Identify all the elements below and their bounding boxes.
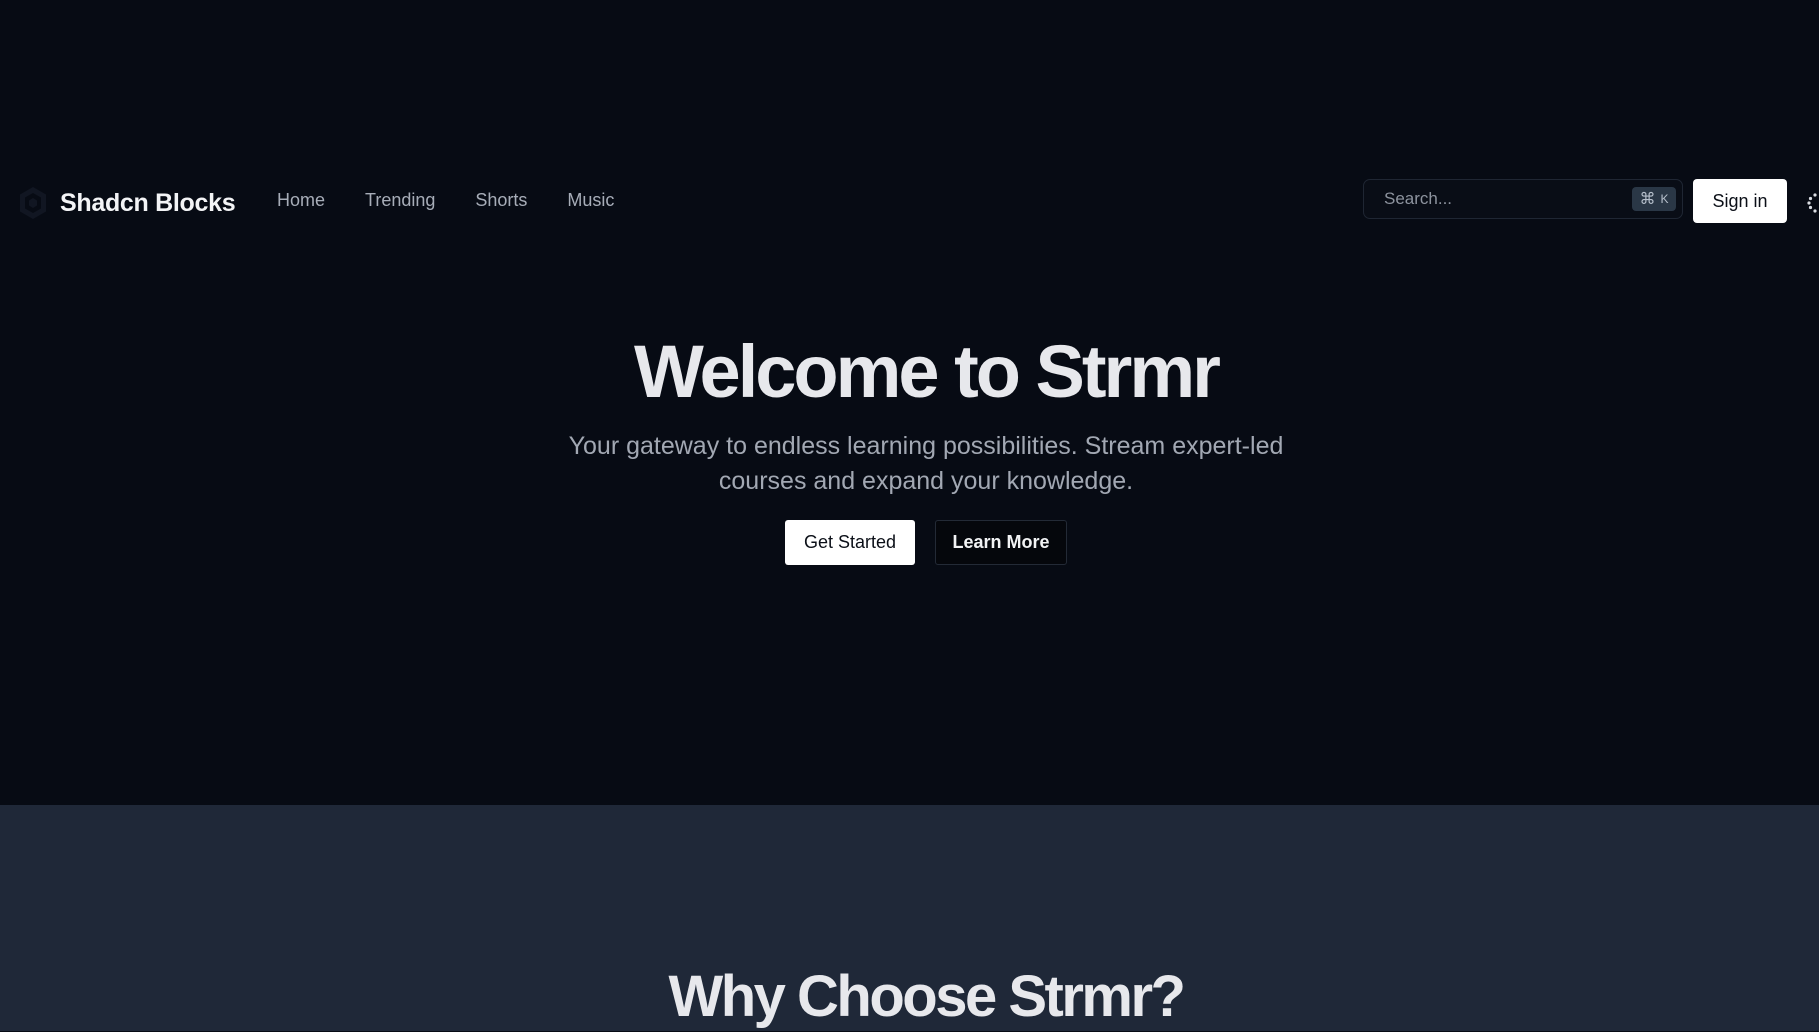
shadcn-hexagon-logo-icon	[20, 187, 46, 219]
features-section: Why Choose Strmr?	[0, 805, 1819, 1031]
hero-section: Shadcn Blocks Home Trending Shorts Music…	[0, 0, 1819, 805]
hero-subtitle: Your gateway to endless learning possibi…	[568, 432, 1284, 495]
shortcut-key: K	[1660, 192, 1669, 206]
loader-icon[interactable]	[1807, 192, 1819, 214]
learn-more-button[interactable]: Learn More	[935, 520, 1067, 565]
brand-name: Shadcn Blocks	[60, 188, 236, 217]
nav-item-music[interactable]: Music	[567, 190, 614, 211]
search-box[interactable]: ⌘ K	[1363, 179, 1683, 219]
sign-in-button[interactable]: Sign in	[1693, 179, 1787, 223]
nav-item-shorts[interactable]: Shorts	[475, 190, 527, 211]
get-started-button[interactable]: Get Started	[785, 520, 915, 565]
hero-title: Welcome to Strmr	[634, 330, 1221, 413]
top-navbar: Shadcn Blocks Home Trending Shorts Music…	[0, 168, 1819, 236]
search-input[interactable]	[1382, 180, 1612, 218]
keyboard-shortcut-badge: ⌘ K	[1632, 187, 1676, 211]
features-title: Why Choose Strmr?	[668, 964, 1187, 1029]
nav-item-trending[interactable]: Trending	[365, 190, 435, 211]
brand[interactable]: Shadcn Blocks	[18, 186, 236, 220]
nav-item-home[interactable]: Home	[277, 190, 325, 211]
command-key-icon: ⌘	[1639, 191, 1656, 208]
main-nav: Home Trending Shorts Music	[277, 190, 654, 211]
